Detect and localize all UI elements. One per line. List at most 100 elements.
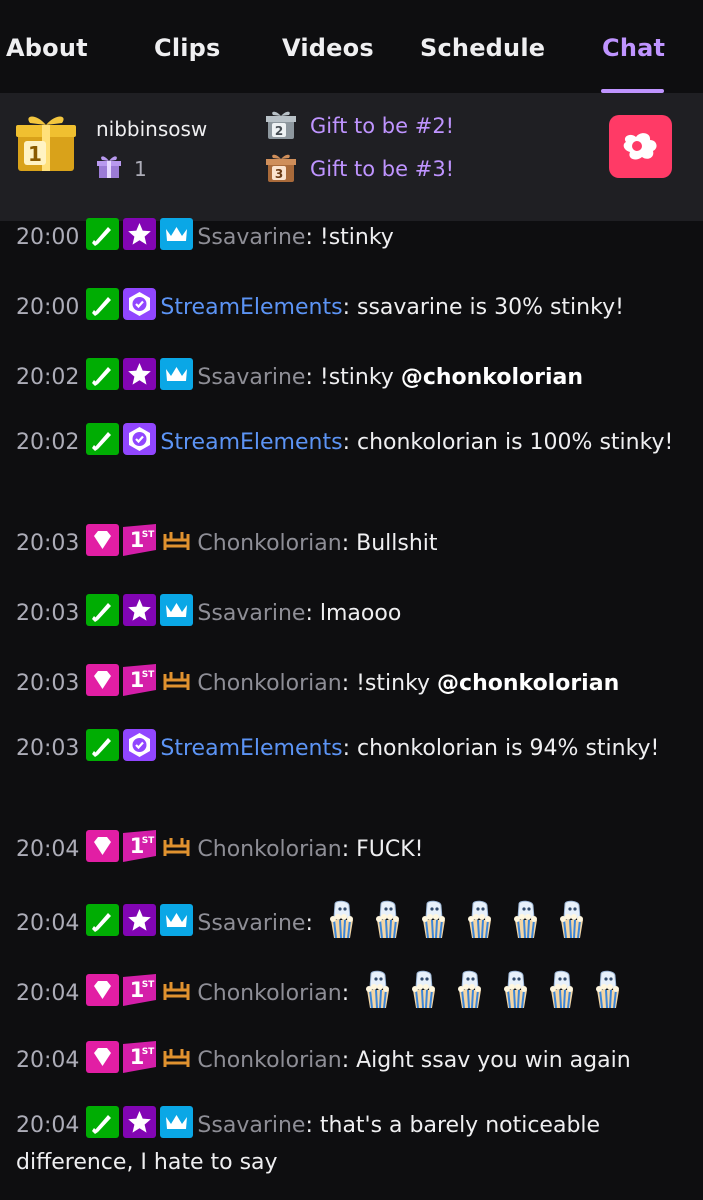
couch-badge[interactable]: [160, 1041, 193, 1073]
message-text: chonkolorian is 100% stinky!: [349, 430, 674, 455]
first-badge[interactable]: 1 ST: [123, 830, 157, 862]
popcorn-ghost-emote-icon[interactable]: [415, 900, 453, 940]
chat-message: 20:04 Ssavarine: that's a barely noticea…: [16, 1106, 688, 1181]
popcorn-ghost-emote-icon[interactable]: [553, 900, 591, 940]
message-text: Bullshit: [349, 531, 438, 556]
crown-badge[interactable]: [160, 1106, 194, 1138]
chat-username[interactable]: StreamElements: [160, 736, 342, 761]
vip-star-badge[interactable]: [123, 358, 157, 390]
couch-badge[interactable]: [160, 830, 193, 862]
popcorn-ghost-emote-icon[interactable]: [507, 900, 545, 940]
message-timestamp: 20:00: [16, 225, 80, 250]
verified-bot-badge[interactable]: [123, 423, 157, 455]
chat-username[interactable]: Chonkolorian: [197, 671, 341, 696]
vip-star-badge[interactable]: [123, 904, 157, 936]
tab-videos[interactable]: Videos: [282, 34, 374, 62]
verified-bot-badge[interactable]: [123, 729, 157, 761]
moderator-badge[interactable]: [86, 218, 120, 250]
message-timestamp: 20:03: [16, 531, 80, 556]
vip-star-badge[interactable]: [123, 218, 157, 250]
verified-bot-badge[interactable]: [123, 288, 157, 320]
crown-badge[interactable]: [160, 358, 194, 390]
diamond-badge[interactable]: [86, 1041, 120, 1073]
couch-badge[interactable]: [160, 664, 193, 696]
chat-username[interactable]: Ssavarine: [197, 1113, 305, 1138]
chat-username[interactable]: Ssavarine: [197, 911, 305, 936]
gift-to-be-2-link[interactable]: Gift to be #2!: [310, 114, 454, 138]
chat-message: 20:03 StreamElements: chonkolorian is 94…: [16, 729, 688, 767]
moderator-badge[interactable]: [86, 729, 120, 761]
tab-chat[interactable]: Chat: [602, 34, 665, 62]
first-badge[interactable]: 1 ST: [123, 1041, 157, 1073]
slot-rank-3: 3: [275, 167, 283, 181]
message-separator: :: [305, 1113, 313, 1138]
first-badge[interactable]: 1 ST: [123, 664, 157, 696]
mention[interactable]: @chonkolorian: [437, 671, 619, 696]
chat-username[interactable]: Chonkolorian: [197, 837, 341, 862]
gold-gift-icon: 1: [16, 116, 76, 171]
popcorn-ghost-emote-icon[interactable]: [543, 970, 581, 1010]
svg-text:ST: ST: [142, 1047, 155, 1057]
moderator-badge[interactable]: [86, 1106, 120, 1138]
gift-to-be-3-link[interactable]: Gift to be #3!: [310, 157, 454, 181]
svg-text:ST: ST: [142, 980, 155, 990]
diamond-badge[interactable]: [86, 524, 120, 556]
moderator-badge[interactable]: [86, 423, 120, 455]
moderator-badge[interactable]: [86, 358, 120, 390]
message-timestamp: 20:04: [16, 1048, 80, 1073]
bronze-gift-icon: 3: [266, 154, 296, 182]
brand-logo-button[interactable]: [609, 115, 672, 178]
chat-message: 20:04 Ssavarine:: [16, 900, 688, 942]
svg-text:ST: ST: [142, 530, 155, 540]
chat-username[interactable]: Ssavarine: [197, 365, 305, 390]
popcorn-ghost-emote-icon[interactable]: [323, 900, 361, 940]
message-timestamp: 20:04: [16, 1113, 80, 1138]
tab-clips[interactable]: Clips: [154, 34, 221, 62]
vip-star-badge[interactable]: [123, 1106, 157, 1138]
popcorn-ghost-emote-icon[interactable]: [405, 970, 443, 1010]
message-separator: :: [342, 736, 350, 761]
crown-badge[interactable]: [160, 594, 194, 626]
crown-badge[interactable]: [160, 218, 194, 250]
chat-username[interactable]: StreamElements: [160, 430, 342, 455]
chat-username[interactable]: Ssavarine: [197, 225, 305, 250]
emote-row: [349, 970, 635, 1009]
diamond-badge[interactable]: [86, 830, 120, 862]
chat-message: 20:03 1 ST Chonkolorian: Bullshit: [16, 524, 688, 562]
message-separator: :: [305, 225, 313, 250]
popcorn-ghost-emote-icon[interactable]: [461, 900, 499, 940]
message-text: chonkolorian is 94% stinky!: [349, 736, 660, 761]
message-text: lmaooo: [312, 601, 402, 626]
popcorn-ghost-emote-icon[interactable]: [451, 970, 489, 1010]
chat-username[interactable]: Chonkolorian: [197, 1048, 341, 1073]
tab-schedule[interactable]: Schedule: [420, 34, 545, 62]
first-badge[interactable]: 1 ST: [123, 974, 157, 1006]
moderator-badge[interactable]: [86, 594, 120, 626]
chat-username[interactable]: StreamElements: [160, 295, 342, 320]
gift-count-icon: [97, 156, 121, 178]
message-separator: :: [305, 911, 313, 936]
chat-username[interactable]: Chonkolorian: [197, 531, 341, 556]
popcorn-ghost-emote-icon[interactable]: [359, 970, 397, 1010]
svg-text:ST: ST: [142, 836, 155, 846]
first-badge[interactable]: 1 ST: [123, 524, 157, 556]
tab-about[interactable]: About: [6, 34, 88, 62]
chat-username[interactable]: Ssavarine: [197, 601, 305, 626]
vip-star-badge[interactable]: [123, 594, 157, 626]
popcorn-ghost-emote-icon[interactable]: [497, 970, 535, 1010]
mention[interactable]: @chonkolorian: [401, 365, 583, 390]
diamond-badge[interactable]: [86, 664, 120, 696]
moderator-badge[interactable]: [86, 904, 120, 936]
crown-badge[interactable]: [160, 904, 194, 936]
leader-username[interactable]: nibbinsosw: [96, 117, 207, 141]
message-separator: :: [342, 430, 350, 455]
message-text: FUCK!: [349, 837, 424, 862]
chat-username[interactable]: Chonkolorian: [197, 981, 341, 1006]
couch-badge[interactable]: [160, 974, 193, 1006]
moderator-badge[interactable]: [86, 288, 120, 320]
popcorn-ghost-emote-icon[interactable]: [369, 900, 407, 940]
couch-badge[interactable]: [160, 524, 193, 556]
message-separator: :: [305, 601, 313, 626]
diamond-badge[interactable]: [86, 974, 120, 1006]
popcorn-ghost-emote-icon[interactable]: [589, 970, 627, 1010]
